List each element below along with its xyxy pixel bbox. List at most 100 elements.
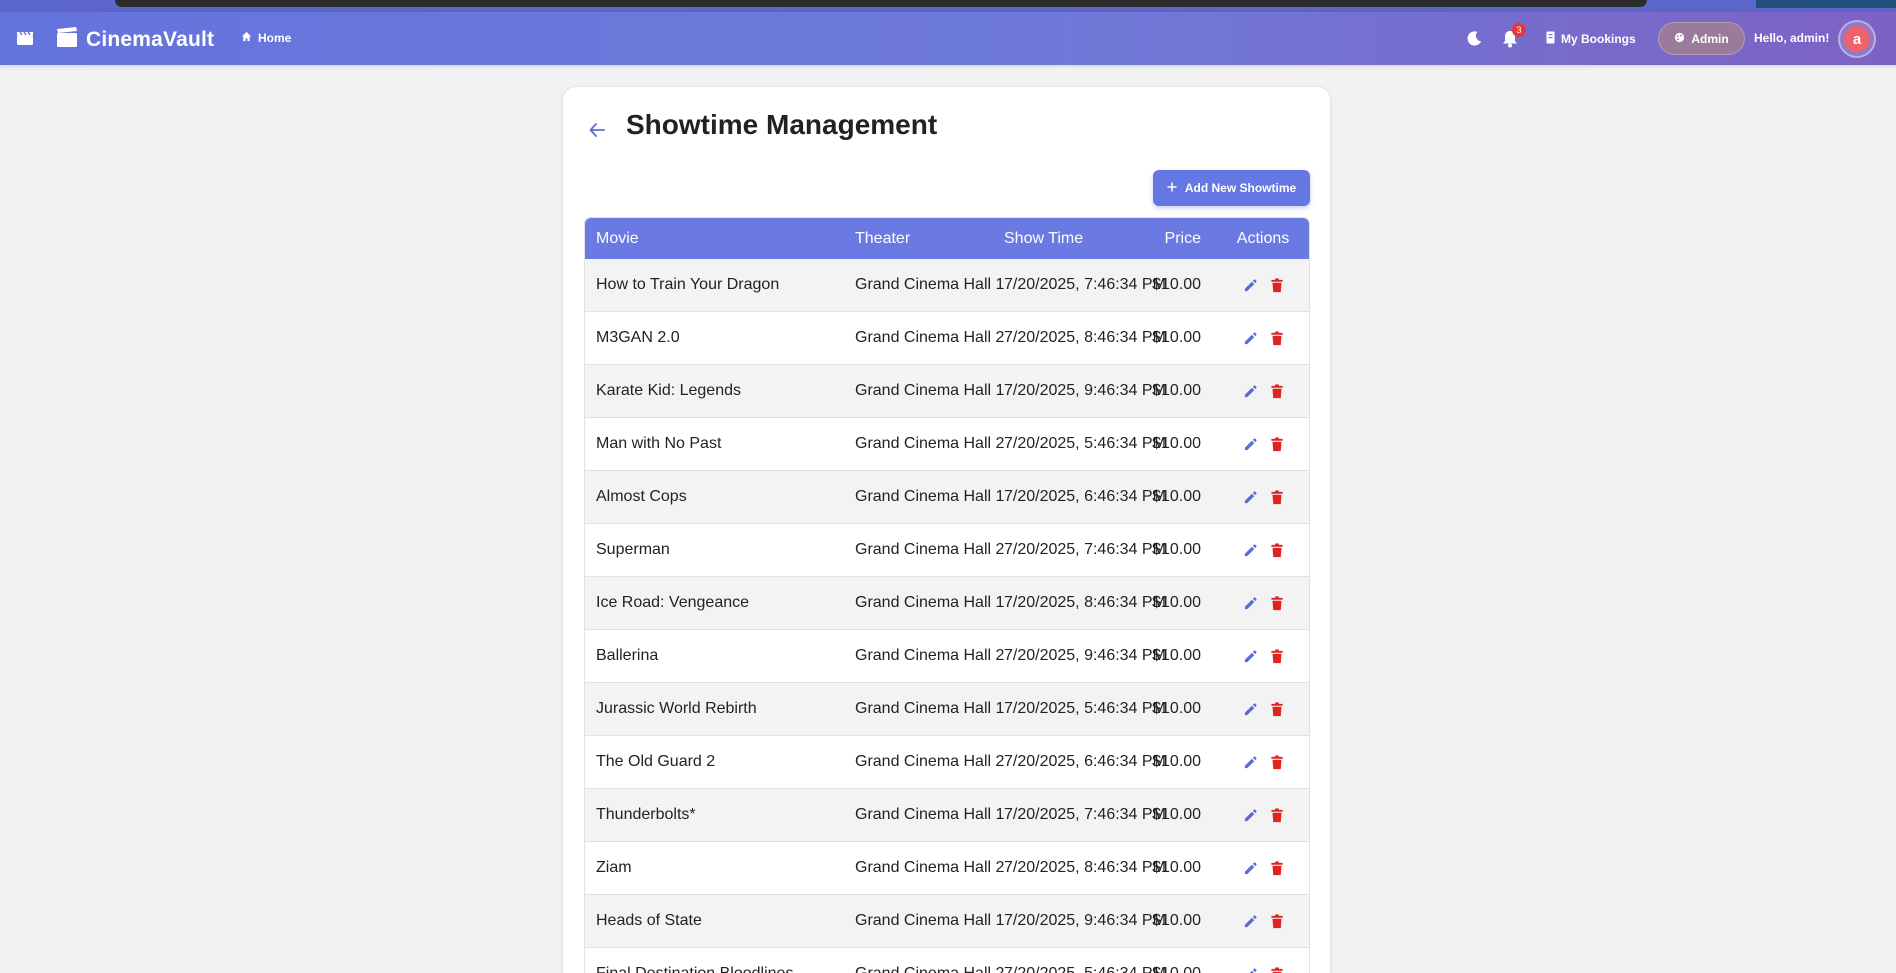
table-body: How to Train Your Dragon Grand Cinema Hal… — [585, 259, 1309, 973]
cell-theater: Grand Cinema Hall 2 — [855, 753, 1005, 770]
cell-price: $10.00 — [1152, 647, 1201, 664]
edit-pencil-icon[interactable] — [1243, 755, 1258, 770]
edit-pencil-icon[interactable] — [1243, 331, 1258, 346]
edit-pencil-icon[interactable] — [1243, 384, 1258, 399]
cell-actions — [1233, 683, 1293, 735]
delete-trash-icon[interactable] — [1270, 595, 1284, 611]
cell-actions — [1233, 789, 1293, 841]
cell-movie: M3GAN 2.0 — [596, 329, 680, 346]
cell-price: $10.00 — [1152, 753, 1201, 770]
table-row: Ballerina Grand Cinema Hall 2 7/20/2025, 9… — [585, 630, 1309, 683]
delete-trash-icon[interactable] — [1270, 913, 1284, 929]
edit-pencil-icon[interactable] — [1243, 278, 1258, 293]
avatar-letter: a — [1844, 26, 1870, 52]
edit-pencil-icon[interactable] — [1243, 649, 1258, 664]
cell-actions — [1233, 895, 1293, 947]
cell-movie: Karate Kid: Legends — [596, 382, 741, 399]
delete-trash-icon[interactable] — [1270, 277, 1284, 293]
cell-movie: Ballerina — [596, 647, 659, 664]
edit-pencil-icon[interactable] — [1243, 437, 1258, 452]
add-new-showtime-button[interactable]: Add New Showtime — [1153, 170, 1310, 206]
edit-pencil-icon[interactable] — [1243, 490, 1258, 505]
cell-show-time: 7/20/2025, 7:46:34 PM — [1004, 541, 1166, 558]
cell-price: $10.00 — [1152, 912, 1201, 929]
cell-show-time: 7/20/2025, 5:46:34 PM — [1004, 700, 1166, 717]
cell-show-time: 7/20/2025, 6:46:34 PM — [1004, 753, 1166, 770]
notifications-button[interactable]: 3 — [1502, 23, 1526, 53]
cell-price: $10.00 — [1152, 382, 1201, 399]
edit-pencil-icon[interactable] — [1243, 808, 1258, 823]
my-bookings-label: My Bookings — [1561, 32, 1636, 46]
edit-pencil-icon[interactable] — [1243, 596, 1258, 611]
delete-trash-icon[interactable] — [1270, 807, 1284, 823]
cell-price: $10.00 — [1152, 488, 1201, 505]
cell-theater: Grand Cinema Hall 1 — [855, 700, 1005, 717]
showtimes-table: Movie Theater Show Time Price Actions Ho… — [584, 217, 1310, 973]
cell-movie: Final Destination Bloodlines — [596, 948, 793, 973]
cell-theater: Grand Cinema Hall 1 — [855, 276, 1005, 293]
back-arrow-icon[interactable] — [589, 123, 605, 142]
cell-theater: Grand Cinema Hall 2 — [855, 948, 1004, 973]
brand-logo[interactable]: CinemaVault — [56, 26, 214, 53]
cell-show-time: 7/20/2025, 9:46:34 PM — [1004, 382, 1166, 399]
clapperboard-icon[interactable] — [15, 28, 35, 48]
brand-name: CinemaVault — [86, 27, 215, 51]
clapperboard-logo-icon — [56, 26, 78, 53]
cell-actions — [1233, 577, 1293, 629]
cell-show-time: 7/20/2025, 8:46:34 PM — [1004, 594, 1166, 611]
avatar[interactable]: a — [1838, 20, 1876, 58]
moon-icon[interactable] — [1466, 30, 1483, 52]
cell-actions — [1233, 259, 1293, 311]
page-title: Showtime Management — [626, 109, 938, 140]
delete-trash-icon[interactable] — [1270, 383, 1284, 399]
bell-icon — [1502, 31, 1518, 52]
delete-trash-icon[interactable] — [1270, 648, 1284, 664]
cell-theater: Grand Cinema Hall 2 — [855, 859, 1005, 876]
table-row: Ziam Grand Cinema Hall 2 7/20/2025, 8:46:3… — [585, 842, 1309, 895]
cell-actions — [1233, 948, 1293, 973]
table-row: Karate Kid: Legends Grand Cinema Hall 1 7/… — [585, 365, 1309, 418]
showtime-management-card: Showtime Management Add New Showtime Mov… — [562, 86, 1331, 973]
table-row: M3GAN 2.0 Grand Cinema Hall 2 7/20/2025, 8… — [585, 312, 1309, 365]
edit-pencil-icon[interactable] — [1243, 967, 1258, 973]
cell-movie: Ziam — [596, 859, 632, 876]
header-price: Price — [1164, 229, 1201, 247]
header-movie: Movie — [596, 229, 639, 247]
delete-trash-icon[interactable] — [1270, 489, 1284, 505]
delete-trash-icon[interactable] — [1270, 860, 1284, 876]
table-row: Heads of State Grand Cinema Hall 1 7/20/20… — [585, 895, 1309, 948]
table-row: Almost Cops Grand Cinema Hall 1 7/20/2025,… — [585, 471, 1309, 524]
nav-home-link[interactable]: Home — [241, 31, 291, 45]
edit-pencil-icon[interactable] — [1243, 702, 1258, 717]
delete-trash-icon[interactable] — [1270, 542, 1284, 558]
table-row: Final Destination Bloodlines Grand Cinema… — [585, 948, 1309, 973]
cell-movie: Almost Cops — [596, 488, 687, 505]
palette-icon — [1674, 32, 1685, 46]
cell-show-time: 7/20/2025, 5:46:34 PM — [1004, 435, 1166, 452]
cell-theater: Grand Cinema Hall 1 — [855, 912, 1005, 929]
cell-show-time: 7/20/2025, 9:46:34 PM — [1004, 912, 1166, 929]
cell-price: $10.00 — [1152, 859, 1201, 876]
cell-movie: Jurassic World Rebirth — [596, 700, 757, 717]
add-new-showtime-label: Add New Showtime — [1184, 181, 1297, 195]
delete-trash-icon[interactable] — [1270, 330, 1284, 346]
cell-show-time: 7/20/2025, 9:46:34 PM — [1004, 647, 1166, 664]
cell-actions — [1233, 365, 1293, 417]
cell-theater: Grand Cinema Hall 2 — [855, 541, 1005, 558]
delete-trash-icon[interactable] — [1270, 436, 1284, 452]
cell-price: $10.00 — [1152, 700, 1201, 717]
table-row: Ice Road: Vengeance Grand Cinema Hall 1 7/… — [585, 577, 1309, 630]
delete-trash-icon[interactable] — [1270, 701, 1284, 717]
cell-actions — [1233, 471, 1293, 523]
delete-trash-icon[interactable] — [1270, 966, 1284, 973]
notification-count-badge: 3 — [1512, 23, 1526, 37]
cell-price: $10.00 — [1152, 276, 1201, 293]
admin-button[interactable]: Admin — [1658, 22, 1745, 55]
edit-pencil-icon[interactable] — [1243, 861, 1258, 876]
browser-top-accent — [1756, 0, 1896, 8]
delete-trash-icon[interactable] — [1270, 754, 1284, 770]
edit-pencil-icon[interactable] — [1243, 914, 1258, 929]
edit-pencil-icon[interactable] — [1243, 543, 1258, 558]
cell-movie: Man with No Past — [596, 435, 722, 452]
my-bookings-link[interactable]: My Bookings — [1546, 31, 1636, 47]
